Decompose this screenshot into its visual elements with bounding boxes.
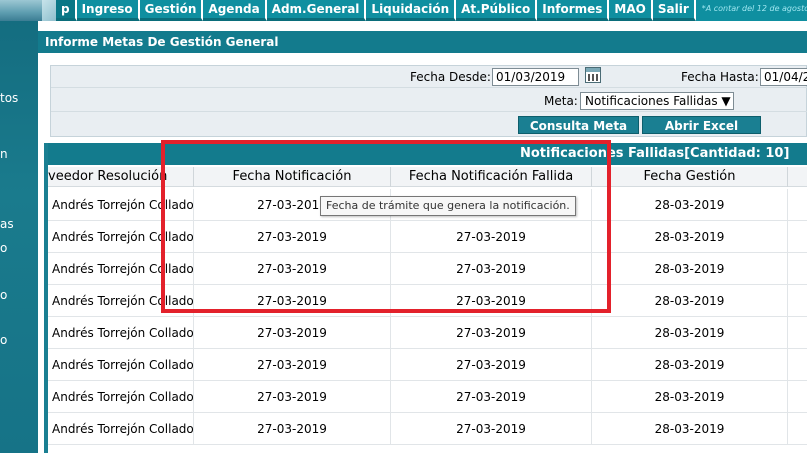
table-row[interactable]: Andrés Torrejón Collado27-03-201927-03-2…	[48, 285, 807, 317]
cell-fecha-notificacion: 27-03-2019	[194, 253, 391, 285]
cell-fecha-notificacion: 27-03-2019	[194, 381, 391, 413]
table-row[interactable]: Andrés Torrejón Collado27-03-201927-03-2…	[48, 221, 807, 253]
menu-item-p[interactable]: p	[56, 0, 77, 21]
abrir-excel-button[interactable]: Abrir Excel	[642, 116, 761, 134]
table-header-row: veedor Resolución Fecha Notificación Fec…	[48, 167, 807, 187]
main-menu-bar: p Ingreso Gestión Agenda Adm.General Liq…	[56, 0, 807, 21]
left-sidebar: tos n as o o o	[0, 21, 38, 453]
cell-fecha-gestion: 28-03-2019	[592, 349, 788, 381]
cell-fecha-notificacion: 27-03-2019	[194, 221, 391, 253]
cell-fecha-notificacion-fallida: 27-03-2019	[391, 413, 592, 445]
column-header-fecha-notificacion-fallida[interactable]: Fecha Notificación Fallida	[391, 167, 592, 187]
filter-panel: Fecha Desde: 01/03/2019 Fecha Hasta: 01/…	[50, 65, 807, 137]
cell-fecha-gestion: 28-03-2019	[592, 413, 788, 445]
sidebar-item-fragment[interactable]: tos	[0, 91, 18, 105]
column-header-proveedor[interactable]: veedor Resolución	[48, 167, 194, 187]
results-table: Notificaciones Fallidas[Cantidad: 10] ve…	[44, 143, 807, 453]
meta-filter-row: Meta: Notificaciones Fallidas ▼	[51, 90, 807, 112]
cell-extra	[788, 381, 807, 413]
table-row[interactable]: Andrés Torrejón Collado27-03-201927-03-2…	[48, 317, 807, 349]
cell-fecha-gestion: 28-03-2019	[592, 285, 788, 317]
cell-proveedor: Andrés Torrejón Collado	[48, 253, 194, 285]
consulta-meta-button[interactable]: Consulta Meta	[518, 116, 639, 134]
table-row[interactable]: Andrés Torrejón Collado27-03-201927-03-2…	[48, 413, 807, 445]
cell-proveedor: Andrés Torrejón Collado	[48, 317, 194, 349]
cell-fecha-notificacion-fallida: 27-03-2019	[391, 381, 592, 413]
sidebar-item-fragment[interactable]: o	[0, 333, 7, 347]
action-row: Consulta Meta Abrir Excel	[51, 114, 807, 136]
cell-extra	[788, 189, 807, 221]
cell-fecha-gestion: 28-03-2019	[592, 221, 788, 253]
cell-fecha-notificacion: 27-03-2019	[194, 349, 391, 381]
cell-proveedor: Andrés Torrejón Collado	[48, 189, 194, 221]
cell-proveedor: Andrés Torrejón Collado	[48, 381, 194, 413]
cell-fecha-gestion: 28-03-2019	[592, 317, 788, 349]
page-title: Informe Metas De Gestión General	[38, 31, 807, 53]
cell-extra	[788, 253, 807, 285]
sidebar-item-fragment[interactable]: n	[0, 147, 8, 161]
menu-item-mao[interactable]: MAO	[609, 0, 653, 21]
cell-fecha-notificacion: 27-03-2019	[194, 285, 391, 317]
cell-fecha-notificacion: 27-03-2019	[194, 413, 391, 445]
table-row[interactable]: Andrés Torrejón Collado27-03-201927-03-2…	[48, 349, 807, 381]
cell-fecha-gestion: 28-03-2019	[592, 189, 788, 221]
tooltip: Fecha de trámite que genera la notificac…	[320, 196, 576, 216]
cell-proveedor: Andrés Torrejón Collado	[48, 349, 194, 381]
results-count-label: Notificaciones Fallidas[Cantidad: 10]	[520, 146, 790, 161]
menu-item-at-publico[interactable]: At.Público	[456, 0, 538, 21]
meta-label: Meta:	[544, 94, 578, 108]
meta-select[interactable]: Notificaciones Fallidas ▼	[580, 92, 734, 110]
cell-fecha-gestion: 28-03-2019	[592, 381, 788, 413]
table-row[interactable]: Andrés Torrejón Collado27-03-201927-03-2…	[48, 253, 807, 285]
menu-item-gestion[interactable]: Gestión	[139, 0, 204, 21]
cell-proveedor: Andrés Torrejón Collado	[48, 285, 194, 317]
column-header-fecha-notificacion[interactable]: Fecha Notificación	[194, 167, 391, 187]
cell-fecha-notificacion-fallida: 27-03-2019	[391, 349, 592, 381]
menu-note: *A contar del 12 de agosto	[701, 4, 807, 13]
menu-item-liquidacion[interactable]: Liquidación	[366, 0, 457, 21]
menu-item-adm-general[interactable]: Adm.General	[266, 0, 367, 21]
cell-extra	[788, 285, 807, 317]
cell-extra	[788, 349, 807, 381]
table-row[interactable]: Andrés Torrejón Collado27-03-201927-03-2…	[48, 381, 807, 413]
cell-fecha-notificacion-fallida: 27-03-2019	[391, 317, 592, 349]
cell-proveedor: Andrés Torrejón Collado	[48, 221, 194, 253]
sidebar-item-fragment[interactable]: o	[0, 288, 7, 302]
menu-item-salir[interactable]: Salir	[652, 0, 696, 21]
column-header-extra	[788, 167, 807, 187]
fecha-desde-label: Fecha Desde:	[410, 70, 491, 84]
fecha-hasta-input[interactable]: 01/04/2	[760, 68, 807, 86]
cell-fecha-notificacion-fallida: 27-03-2019	[391, 285, 592, 317]
cell-proveedor: Andrés Torrejón Collado	[48, 413, 194, 445]
app-logo	[0, 0, 56, 21]
column-header-fecha-gestion[interactable]: Fecha Gestión	[592, 167, 788, 187]
fecha-desde-input[interactable]: 01/03/2019	[492, 68, 579, 86]
cell-fecha-notificacion-fallida: 27-03-2019	[391, 221, 592, 253]
cell-extra	[788, 221, 807, 253]
fecha-hasta-label: Fecha Hasta:	[681, 70, 759, 84]
cell-fecha-gestion: 28-03-2019	[592, 253, 788, 285]
cell-fecha-notificacion-fallida: 27-03-2019	[391, 253, 592, 285]
cell-extra	[788, 317, 807, 349]
menu-item-informes[interactable]: Informes	[537, 0, 610, 21]
menu-item-agenda[interactable]: Agenda	[203, 0, 267, 21]
sidebar-item-fragment[interactable]: o	[0, 241, 7, 255]
results-header: Notificaciones Fallidas[Cantidad: 10]	[48, 143, 807, 165]
calendar-icon[interactable]	[585, 67, 601, 83]
menu-item-ingreso[interactable]: Ingreso	[76, 0, 140, 21]
date-filter-row: Fecha Desde: 01/03/2019 Fecha Hasta: 01/…	[51, 66, 807, 88]
cell-fecha-notificacion: 27-03-2019	[194, 317, 391, 349]
sidebar-item-fragment[interactable]: as	[0, 217, 14, 231]
cell-extra	[788, 413, 807, 445]
